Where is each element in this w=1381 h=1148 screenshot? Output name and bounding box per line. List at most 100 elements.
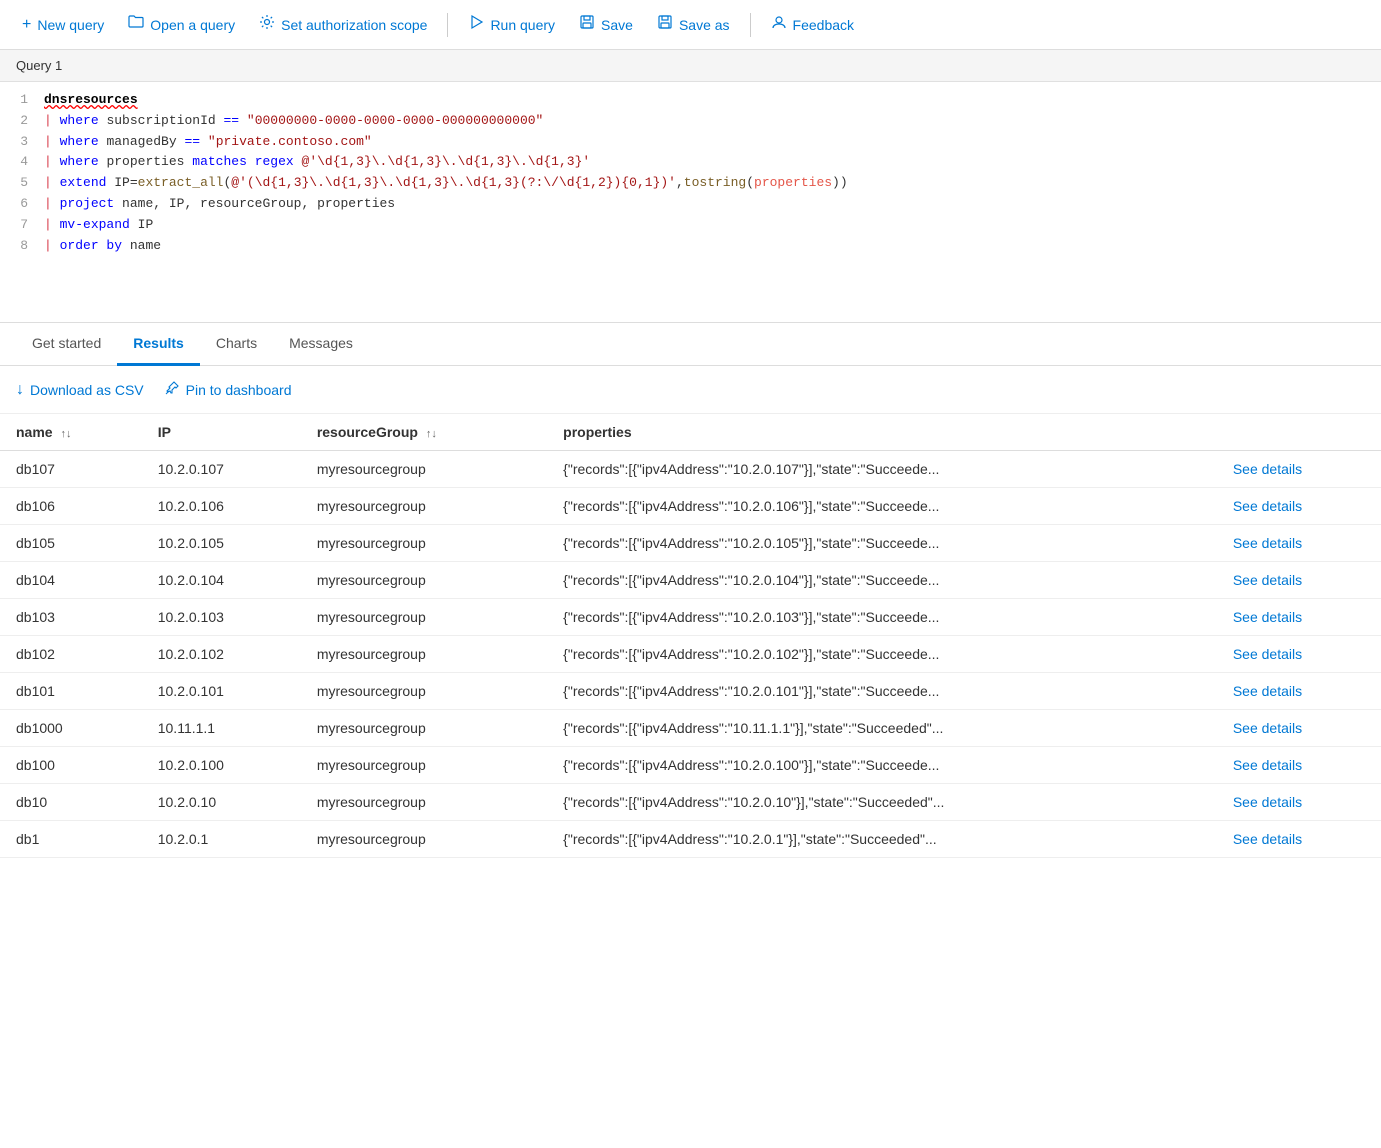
cell-properties: {"records":[{"ipv4Address":"10.2.0.10"}]… (547, 784, 1217, 821)
download-csv-button[interactable]: ↓ Download as CSV (16, 377, 144, 403)
see-details-link[interactable]: See details (1233, 498, 1302, 514)
table-row: db10710.2.0.107myresourcegroup{"records"… (0, 451, 1381, 488)
open-query-label: Open a query (150, 17, 235, 33)
code-editor[interactable]: 1 dnsresources 2 | where subscriptionId … (0, 82, 1381, 322)
line-num-5: 5 (8, 173, 44, 194)
cell-ip: 10.2.0.10 (142, 784, 301, 821)
see-details-link[interactable]: See details (1233, 757, 1302, 773)
cell-ip: 10.2.0.106 (142, 488, 301, 525)
download-icon: ↓ (16, 381, 24, 399)
results-container: Get started Results Charts Messages ↓ Do… (0, 323, 1381, 858)
cell-ip: 10.2.0.1 (142, 821, 301, 858)
tab-get-started[interactable]: Get started (16, 323, 117, 366)
table-row: db10410.2.0.104myresourcegroup{"records"… (0, 562, 1381, 599)
cell-name: db107 (0, 451, 142, 488)
run-query-button[interactable]: Run query (458, 8, 565, 41)
table-row: db110.2.0.1myresourcegroup{"records":[{"… (0, 821, 1381, 858)
table-row: db10510.2.0.105myresourcegroup{"records"… (0, 525, 1381, 562)
line-num-4: 4 (8, 152, 44, 173)
gear-icon (259, 14, 275, 35)
cell-see-details[interactable]: See details (1217, 451, 1381, 488)
code-line-1: 1 dnsresources (0, 90, 1381, 111)
see-details-link[interactable]: See details (1233, 572, 1302, 588)
save-icon (579, 14, 595, 35)
cell-ip: 10.2.0.107 (142, 451, 301, 488)
table-row: db10610.2.0.106myresourcegroup{"records"… (0, 488, 1381, 525)
cell-name: db10 (0, 784, 142, 821)
line-num-2: 2 (8, 111, 44, 132)
cell-see-details[interactable]: See details (1217, 821, 1381, 858)
cell-see-details[interactable]: See details (1217, 525, 1381, 562)
line-num-3: 3 (8, 132, 44, 153)
col-header-name[interactable]: name ↑↓ (0, 414, 142, 451)
open-query-button[interactable]: Open a query (118, 8, 245, 41)
cell-ip: 10.2.0.102 (142, 636, 301, 673)
save-label: Save (601, 17, 633, 33)
cell-see-details[interactable]: See details (1217, 636, 1381, 673)
new-query-label: New query (37, 17, 104, 33)
line-content-2: | where subscriptionId == "00000000-0000… (44, 111, 1373, 132)
see-details-link[interactable]: See details (1233, 646, 1302, 662)
table-header-row: name ↑↓ IP resourceGroup ↑↓ properties (0, 414, 1381, 451)
cell-see-details[interactable]: See details (1217, 710, 1381, 747)
line-num-6: 6 (8, 194, 44, 215)
cell-ip: 10.2.0.100 (142, 747, 301, 784)
cell-ip: 10.11.1.1 (142, 710, 301, 747)
feedback-label: Feedback (793, 17, 854, 33)
table-row: db10010.2.0.100myresourcegroup{"records"… (0, 747, 1381, 784)
new-query-button[interactable]: + New query (12, 10, 114, 40)
col-header-details (1217, 414, 1381, 451)
line-num-8: 8 (8, 236, 44, 257)
cell-see-details[interactable]: See details (1217, 747, 1381, 784)
table-row: db10210.2.0.102myresourcegroup{"records"… (0, 636, 1381, 673)
cell-see-details[interactable]: See details (1217, 784, 1381, 821)
pin-to-dashboard-button[interactable]: Pin to dashboard (164, 376, 292, 403)
table-row: db10110.2.0.101myresourcegroup{"records"… (0, 673, 1381, 710)
main-toolbar: + New query Open a query Set authorizati… (0, 0, 1381, 50)
see-details-link[interactable]: See details (1233, 535, 1302, 551)
col-header-properties: properties (547, 414, 1217, 451)
table-row: db1010.2.0.10myresourcegroup{"records":[… (0, 784, 1381, 821)
cell-name: db1 (0, 821, 142, 858)
cell-name: db101 (0, 673, 142, 710)
cell-see-details[interactable]: See details (1217, 673, 1381, 710)
results-toolbar: ↓ Download as CSV Pin to dashboard (0, 366, 1381, 414)
code-line-5: 5 | extend IP=extract_all(@'(\d{1,3}\.\d… (0, 173, 1381, 194)
line-num-1: 1 (8, 90, 44, 111)
cell-see-details[interactable]: See details (1217, 562, 1381, 599)
cell-name: db1000 (0, 710, 142, 747)
line-content-1: dnsresources (44, 90, 1373, 111)
code-line-2: 2 | where subscriptionId == "00000000-00… (0, 111, 1381, 132)
cell-see-details[interactable]: See details (1217, 599, 1381, 636)
cell-resourcegroup: myresourcegroup (301, 784, 547, 821)
cell-name: db102 (0, 636, 142, 673)
see-details-link[interactable]: See details (1233, 683, 1302, 699)
col-header-resourcegroup[interactable]: resourceGroup ↑↓ (301, 414, 547, 451)
see-details-link[interactable]: See details (1233, 461, 1302, 477)
see-details-link[interactable]: See details (1233, 720, 1302, 736)
cell-name: db105 (0, 525, 142, 562)
cell-see-details[interactable]: See details (1217, 488, 1381, 525)
save-button[interactable]: Save (569, 8, 643, 41)
see-details-link[interactable]: See details (1233, 831, 1302, 847)
line-num-7: 7 (8, 215, 44, 236)
cell-name: db104 (0, 562, 142, 599)
see-details-link[interactable]: See details (1233, 794, 1302, 810)
run-query-label: Run query (490, 17, 555, 33)
cell-properties: {"records":[{"ipv4Address":"10.2.0.107"}… (547, 451, 1217, 488)
tab-messages[interactable]: Messages (273, 323, 369, 366)
set-auth-button[interactable]: Set authorization scope (249, 8, 437, 41)
tab-results[interactable]: Results (117, 323, 200, 366)
tab-charts[interactable]: Charts (200, 323, 273, 366)
line-content-4: | where properties matches regex @'\d{1,… (44, 152, 1373, 173)
cell-ip: 10.2.0.105 (142, 525, 301, 562)
save-as-button[interactable]: Save as (647, 8, 740, 41)
line-content-5: | extend IP=extract_all(@'(\d{1,3}\.\d{1… (44, 173, 1373, 194)
see-details-link[interactable]: See details (1233, 609, 1302, 625)
line-content-6: | project name, IP, resourceGroup, prope… (44, 194, 1373, 215)
tabs-bar: Get started Results Charts Messages (0, 323, 1381, 366)
feedback-button[interactable]: Feedback (761, 8, 864, 41)
plus-icon: + (22, 16, 31, 34)
line-content-7: | mv-expand IP (44, 215, 1373, 236)
table-row: db100010.11.1.1myresourcegroup{"records"… (0, 710, 1381, 747)
